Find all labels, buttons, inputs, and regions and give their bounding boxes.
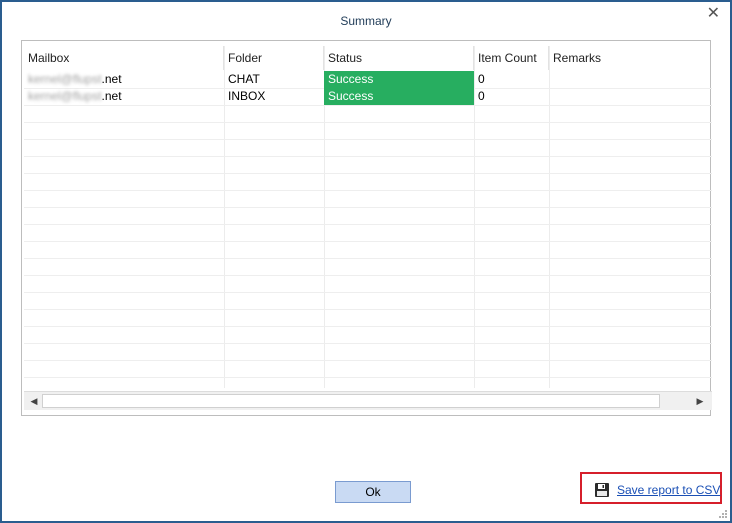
mailbox-redacted: kernel@flupst xyxy=(28,89,102,103)
column-header-item-count[interactable]: Item Count xyxy=(474,46,549,70)
column-header-folder[interactable]: Folder xyxy=(224,46,324,70)
grid-header: Mailbox Folder Status Item Count Remarks xyxy=(24,46,712,70)
empty-table-row xyxy=(24,173,712,191)
save-report-link[interactable]: Save report to CSV xyxy=(617,483,720,497)
scroll-right-icon[interactable]: ▶ xyxy=(692,393,708,409)
mailbox-cell: kernel@flupst.net xyxy=(24,71,224,88)
empty-table-row xyxy=(24,122,712,140)
empty-table-row xyxy=(24,224,712,242)
empty-table-row xyxy=(24,360,712,378)
empty-table-row xyxy=(24,190,712,208)
horizontal-scrollbar[interactable]: ◀ ▶ xyxy=(24,391,712,410)
table-row[interactable]: kernel@flupst.net INBOX Success 0 xyxy=(24,88,712,106)
mailbox-suffix: .net xyxy=(101,72,122,86)
empty-table-row xyxy=(24,241,712,259)
status-badge: Success xyxy=(324,71,474,88)
floppy-disk-icon xyxy=(595,483,609,497)
empty-table-row xyxy=(24,292,712,310)
empty-table-row xyxy=(24,258,712,276)
ok-button[interactable]: Ok xyxy=(335,481,411,503)
empty-table-row xyxy=(24,343,712,361)
remarks-cell xyxy=(549,71,712,88)
close-icon[interactable]: ✕ xyxy=(707,6,720,22)
dialog-title: Summary xyxy=(340,14,392,28)
scrollbar-thumb[interactable] xyxy=(42,394,660,408)
remarks-cell xyxy=(549,88,712,105)
mailbox-redacted: kernel@flupst xyxy=(28,72,102,86)
empty-table-row xyxy=(24,275,712,293)
item-count-cell: 0 xyxy=(478,72,485,86)
empty-table-row xyxy=(24,156,712,174)
column-header-mailbox[interactable]: Mailbox xyxy=(24,46,224,70)
summary-grid-panel: Mailbox Folder Status Item Count Remarks… xyxy=(21,40,712,416)
empty-table-row xyxy=(24,207,712,225)
resize-grip-icon[interactable] xyxy=(718,509,728,519)
empty-table-row xyxy=(24,309,712,327)
summary-dialog: Summary ✕ Mailbox Folder Status Item Cou… xyxy=(0,0,732,523)
item-count-cell: 0 xyxy=(478,89,485,103)
table-row[interactable]: kernel@flupst.net CHAT Success 0 xyxy=(24,71,712,89)
summary-grid: Mailbox Folder Status Item Count Remarks… xyxy=(24,46,712,388)
empty-table-row xyxy=(24,105,712,123)
folder-cell: INBOX xyxy=(228,89,266,103)
empty-table-row xyxy=(24,326,712,344)
mailbox-cell: kernel@flupst.net xyxy=(24,88,224,105)
folder-cell: CHAT xyxy=(228,72,260,86)
mailbox-suffix: .net xyxy=(101,89,122,103)
empty-table-row xyxy=(24,139,712,157)
status-badge: Success xyxy=(324,88,474,105)
column-header-status[interactable]: Status xyxy=(324,46,474,70)
save-report-csv-button[interactable]: Save report to CSV xyxy=(580,472,722,504)
empty-table-row xyxy=(24,377,712,388)
scroll-left-icon[interactable]: ◀ xyxy=(26,393,42,409)
column-header-remarks[interactable]: Remarks xyxy=(549,46,712,70)
